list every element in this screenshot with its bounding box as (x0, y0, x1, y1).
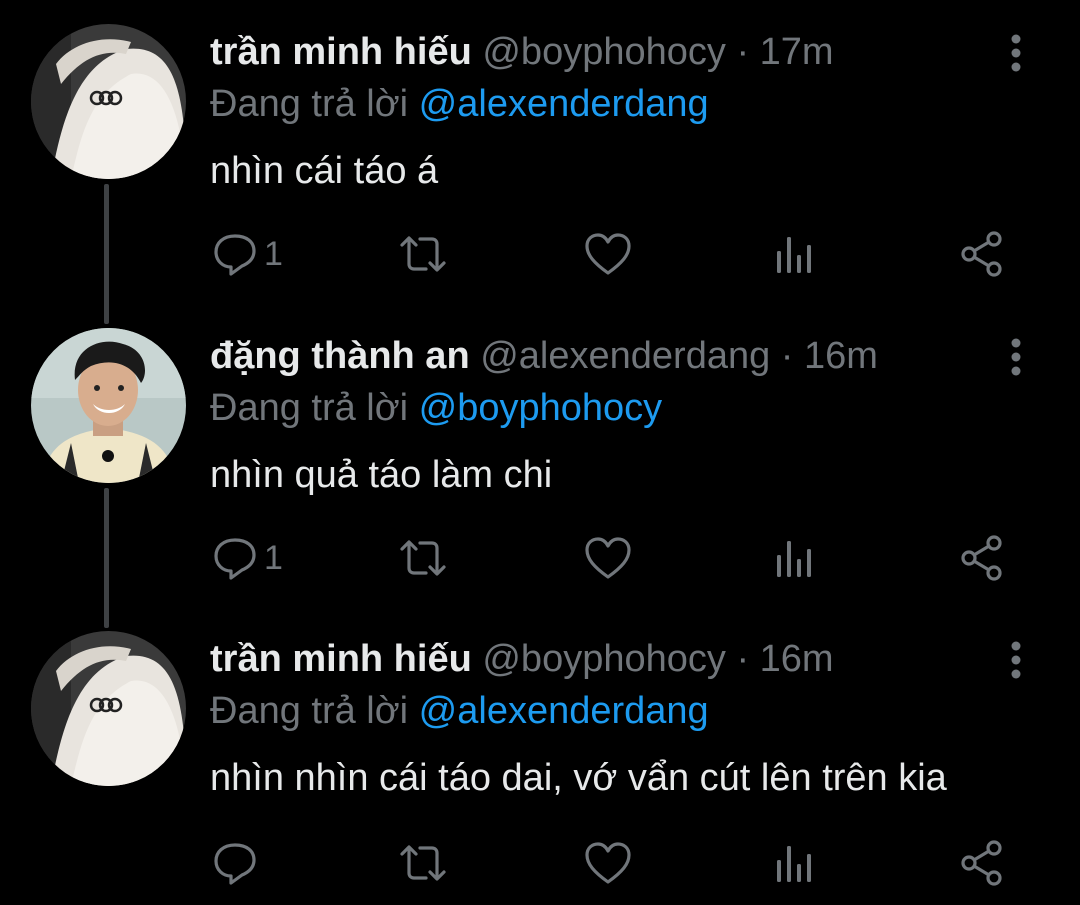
action-bar: 1 (212, 530, 1012, 590)
analytics-icon (774, 231, 818, 277)
share-icon (958, 839, 1006, 887)
user-handle[interactable]: @boyphohocy (482, 638, 726, 680)
share-button[interactable] (958, 226, 1006, 282)
replying-to: Đang trả lời @alexenderdang (210, 687, 709, 735)
separator: · (780, 335, 794, 377)
tweet-text: nhìn nhìn cái táo dai, vớ vẩn cút lên tr… (210, 757, 947, 799)
tweet-header: trần minh hiếu @boyphohocy · 16m (210, 635, 834, 683)
retweet-icon (398, 231, 448, 277)
avatar[interactable] (31, 328, 186, 483)
reply-button[interactable]: 1 (212, 226, 283, 282)
analytics-icon (774, 840, 818, 886)
share-icon (958, 534, 1006, 582)
action-bar (212, 835, 1012, 895)
share-button[interactable] (958, 530, 1006, 586)
action-bar: 1 (212, 226, 1012, 286)
analytics-button[interactable] (774, 835, 818, 891)
reply-button[interactable]: 1 (212, 530, 283, 586)
more-options-icon[interactable] (998, 336, 1034, 380)
more-options-icon[interactable] (998, 32, 1034, 76)
retweet-button[interactable] (398, 530, 448, 586)
like-button[interactable] (584, 835, 632, 891)
retweet-button[interactable] (398, 226, 448, 282)
reply-count: 1 (264, 235, 283, 273)
mention-link[interactable]: @boyphohocy (419, 387, 663, 429)
display-name[interactable]: đặng thành an (210, 335, 470, 377)
replying-to-label: Đang trả lời (210, 387, 409, 429)
reply-count: 1 (264, 539, 283, 577)
separator: · (736, 31, 750, 73)
like-icon (584, 231, 632, 277)
like-button[interactable] (584, 530, 632, 586)
display-name[interactable]: trần minh hiếu (210, 31, 472, 73)
retweet-icon (398, 535, 448, 581)
tweet-text: nhìn quả táo làm chi (210, 454, 553, 496)
tweet[interactable]: trần minh hiếu @boyphohocy · 16m Đang tr… (0, 607, 1080, 905)
retweet-icon (398, 840, 448, 886)
share-icon (958, 230, 1006, 278)
mention-link[interactable]: @alexenderdang (419, 83, 709, 125)
replying-to-label: Đang trả lời (210, 690, 409, 732)
more-options-icon[interactable] (998, 639, 1034, 683)
retweet-button[interactable] (398, 835, 448, 891)
like-icon (584, 840, 632, 886)
tweet[interactable]: đặng thành an @alexenderdang · 16m Đang … (0, 304, 1080, 608)
user-handle[interactable]: @boyphohocy (482, 31, 726, 73)
like-icon (584, 535, 632, 581)
timestamp[interactable]: 17m (760, 31, 834, 73)
tweet-header: đặng thành an @alexenderdang · 16m (210, 332, 878, 380)
display-name[interactable]: trần minh hiếu (210, 638, 472, 680)
tweet-header: trần minh hiếu @boyphohocy · 17m (210, 28, 834, 76)
avatar[interactable] (31, 24, 186, 179)
timestamp[interactable]: 16m (760, 638, 834, 680)
analytics-button[interactable] (774, 530, 818, 586)
timestamp[interactable]: 16m (804, 335, 878, 377)
reply-icon (212, 231, 258, 277)
replying-to-label: Đang trả lời (210, 83, 409, 125)
replying-to: Đang trả lời @alexenderdang (210, 80, 709, 128)
like-button[interactable] (584, 226, 632, 282)
user-handle[interactable]: @alexenderdang (480, 335, 770, 377)
share-button[interactable] (958, 835, 1006, 891)
analytics-icon (774, 535, 818, 581)
avatar[interactable] (31, 631, 186, 786)
mention-link[interactable]: @alexenderdang (419, 690, 709, 732)
analytics-button[interactable] (774, 226, 818, 282)
reply-icon (212, 535, 258, 581)
reply-button[interactable] (212, 835, 264, 891)
separator: · (736, 638, 750, 680)
tweet-text: nhìn cái táo á (210, 150, 439, 192)
reply-icon (212, 840, 258, 886)
tweet[interactable]: trần minh hiếu @boyphohocy · 17m Đang tr… (0, 0, 1080, 304)
replying-to: Đang trả lời @boyphohocy (210, 384, 662, 432)
